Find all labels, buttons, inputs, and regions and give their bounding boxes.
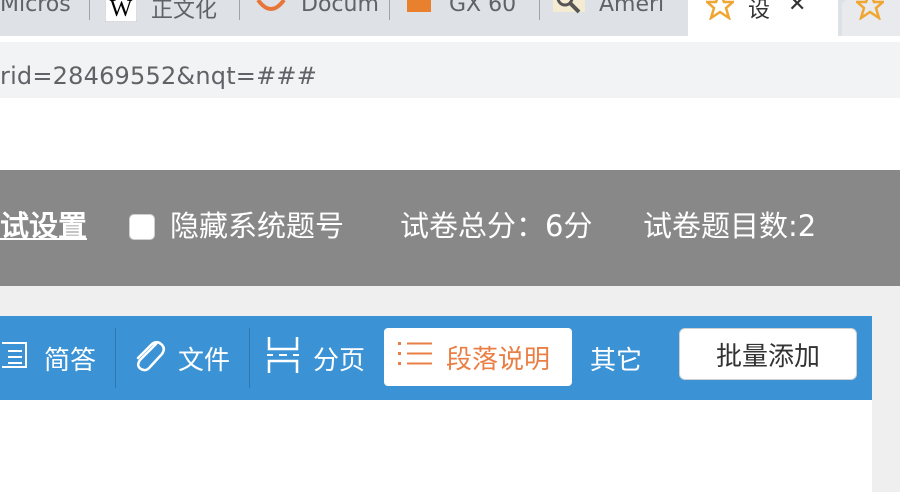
book-icon: [405, 0, 435, 28]
svg-text:W: W: [110, 0, 133, 22]
tab-american[interactable]: Ameri: [553, 0, 687, 36]
tab-document[interactable]: Docum: [255, 0, 387, 36]
address-bar: rid=28469552&nqt=###: [0, 36, 900, 98]
tab-label: Docum: [301, 0, 379, 17]
total-score: 试卷总分：6分: [400, 209, 593, 243]
tab-wikipedia[interactable]: W 正文化: [105, 0, 237, 36]
toolbar-label: 简答: [44, 345, 97, 376]
exam-settings-bar: 试设置 隐藏系统题号 试卷总分：6分 试卷题目数:2: [0, 170, 900, 286]
tab-partial[interactable]: [842, 0, 900, 36]
toolbar-label: 段落说明: [446, 344, 551, 375]
paperclip-icon: [130, 336, 166, 381]
batch-add-button[interactable]: 批量添加: [679, 328, 857, 380]
tab-label: 设: [748, 0, 771, 23]
toolbar-label: 分页: [313, 345, 366, 376]
exam-settings-link[interactable]: 试设置: [0, 206, 87, 246]
page-break-icon: [265, 335, 301, 382]
toolbar-page-break[interactable]: 分页: [265, 316, 365, 400]
toolbar-label: 文件: [178, 345, 231, 376]
hide-numbers-checkbox[interactable]: [129, 214, 155, 240]
question-count: 试卷题目数:2: [643, 209, 817, 243]
batch-add-label: 批量添加: [715, 341, 820, 372]
browser-tab-strip: Micros W 正文化 Docum GX 60 Ameri 设 ✕: [0, 0, 900, 36]
toolbar-other[interactable]: 其它: [590, 316, 642, 400]
toolbar-label: 其它: [590, 345, 643, 376]
url-text: rid=28469552&nqt=###: [0, 62, 318, 90]
tab-separator: [239, 0, 240, 20]
question-content-area: [0, 400, 872, 492]
url-input[interactable]: rid=28469552&nqt=###: [0, 42, 900, 98]
toolbar-divider: [115, 328, 116, 388]
orange-arc-icon: [255, 0, 287, 28]
tab-label: 正文化: [151, 0, 218, 23]
tab-label: GX 60: [449, 0, 517, 17]
list-icon: [398, 339, 434, 376]
toolbar-divider: [249, 328, 250, 388]
tab-active-settings[interactable]: 设 ✕: [688, 0, 838, 36]
question-type-toolbar: 简答 文件 分页 段落说明 其它 批量添加: [0, 316, 872, 400]
hide-numbers-label: 隐藏系统题号: [170, 209, 345, 243]
tab-separator: [539, 0, 540, 20]
short-answer-icon: [0, 339, 30, 378]
toolbar-file[interactable]: 文件: [130, 316, 230, 400]
page-header-space: [0, 98, 900, 170]
tab-separator: [89, 0, 90, 20]
tab-label: Ameri: [599, 0, 665, 17]
tab-gx60[interactable]: GX 60: [405, 0, 537, 36]
wikipedia-icon: W: [105, 0, 138, 28]
star-icon: [853, 0, 887, 26]
tab-microsoft[interactable]: Micros: [0, 0, 88, 36]
magnifier-icon: [553, 0, 585, 28]
close-tab-icon[interactable]: ✕: [788, 0, 806, 17]
toolbar-short-answer[interactable]: 简答: [0, 316, 96, 400]
tab-separator: [389, 0, 390, 20]
toolbar-paragraph-note[interactable]: 段落说明: [384, 328, 572, 386]
star-icon: [703, 0, 737, 26]
tab-label: Micros: [0, 0, 71, 17]
